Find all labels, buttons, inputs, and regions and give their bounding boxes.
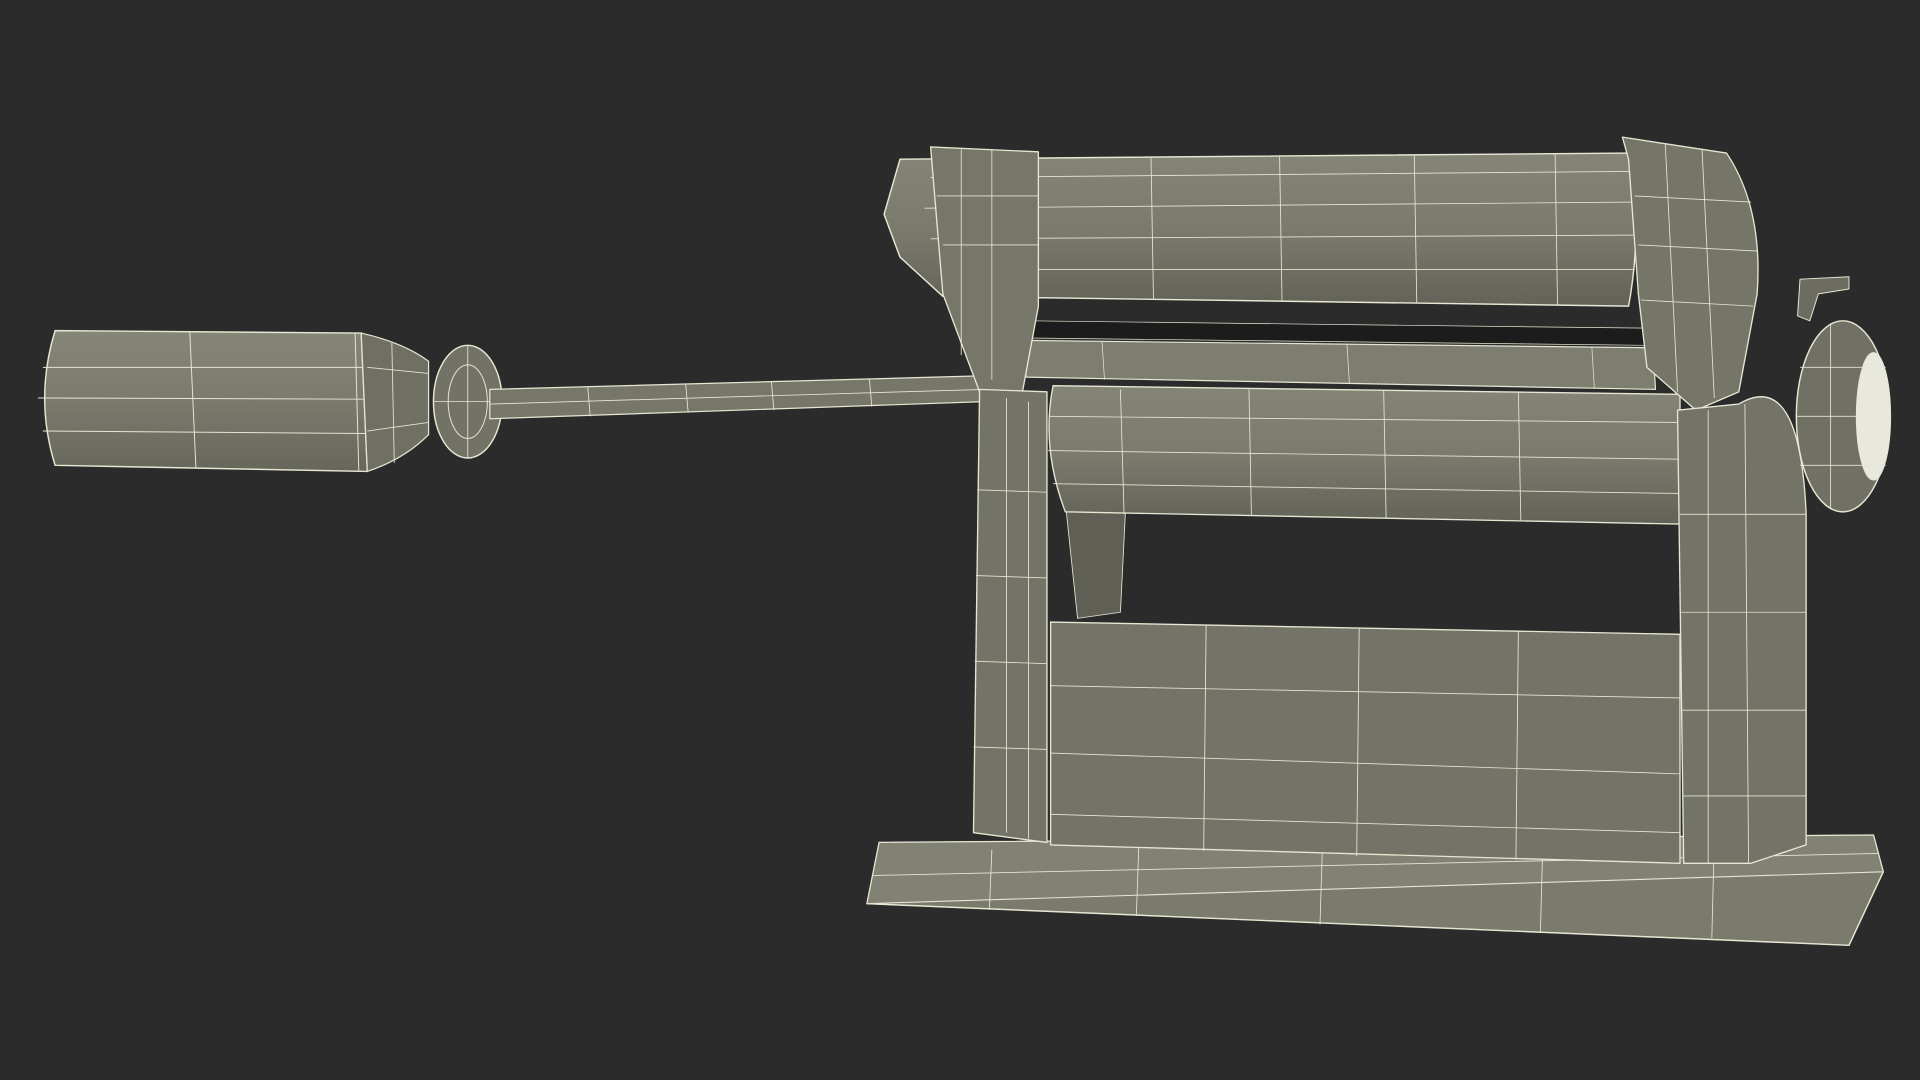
crank-rod bbox=[489, 375, 986, 420]
pasta-machine-body bbox=[866, 136, 1892, 947]
lower-housing bbox=[1049, 621, 1681, 864]
right-side-housing bbox=[1676, 396, 1807, 864]
handle-neck bbox=[360, 332, 430, 473]
handle-assembly bbox=[37, 329, 986, 473]
render-viewport bbox=[0, 0, 1920, 1080]
left-top-bracket bbox=[929, 146, 1040, 393]
pasta-machine-wireframe-model bbox=[37, 136, 1892, 947]
machine-opening bbox=[1116, 514, 1678, 625]
handle-grip bbox=[43, 329, 369, 473]
left-leg bbox=[972, 388, 1048, 844]
knob-clip bbox=[1797, 276, 1850, 322]
